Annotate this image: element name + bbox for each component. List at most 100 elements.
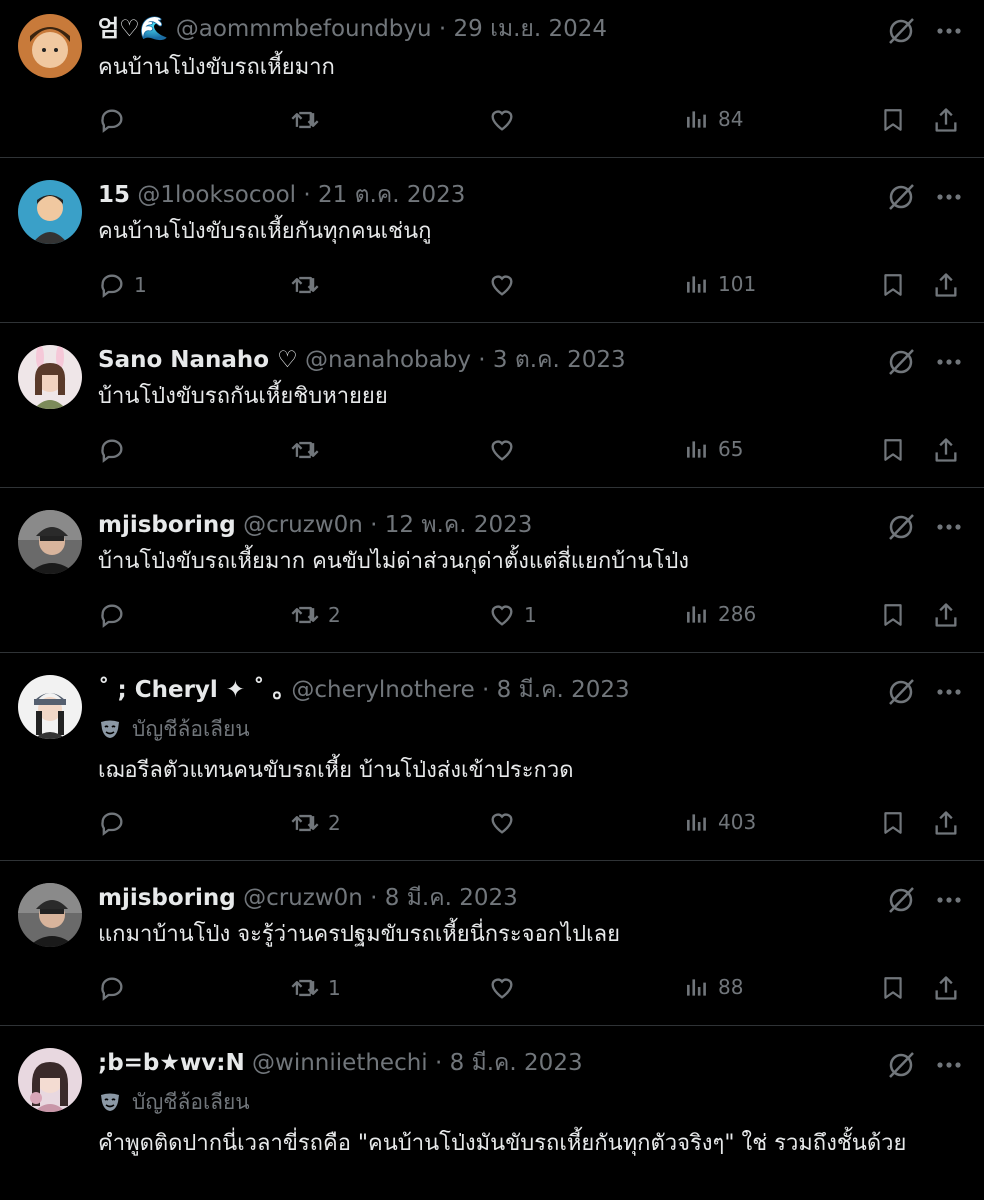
tweet-date[interactable]: 3 ต.ค. 2023 bbox=[493, 347, 626, 373]
bookmark-button[interactable] bbox=[880, 601, 906, 629]
grok-icon[interactable] bbox=[886, 1050, 916, 1080]
timeline: 엄♡🌊 @aommmbefoundbyu · 29 เม.ย. 2024 คนบ… bbox=[0, 0, 984, 1200]
author-name[interactable]: 15 bbox=[98, 182, 130, 208]
more-icon[interactable] bbox=[936, 358, 962, 366]
grok-icon[interactable] bbox=[886, 16, 916, 46]
reply-button[interactable] bbox=[98, 974, 134, 1002]
more-icon[interactable] bbox=[936, 193, 962, 201]
grok-icon[interactable] bbox=[886, 677, 916, 707]
reply-button[interactable] bbox=[98, 436, 134, 464]
share-button[interactable] bbox=[932, 601, 960, 629]
retweet-button[interactable] bbox=[290, 271, 328, 299]
tweet-date[interactable]: 21 ต.ค. 2023 bbox=[318, 182, 465, 208]
author-name[interactable]: ˚ ; Cheryl ✦ ˚ ｡ bbox=[98, 677, 284, 703]
views-button[interactable]: 101 bbox=[684, 271, 756, 297]
tweet[interactable]: ;b=b★wv:N @winniiethechi · 8 มี.ค. 2023 … bbox=[0, 1026, 984, 1200]
retweet-button[interactable] bbox=[290, 436, 328, 464]
author-handle[interactable]: @cherylnothere bbox=[291, 677, 474, 703]
avatar[interactable] bbox=[18, 675, 82, 739]
tweet[interactable]: mjisboring @cruzw0n · 12 พ.ค. 2023 บ้านโ… bbox=[0, 488, 984, 653]
reply-button[interactable] bbox=[98, 106, 134, 134]
views-count: 88 bbox=[718, 975, 744, 999]
author-name[interactable]: 엄♡🌊 bbox=[98, 16, 168, 42]
bookmark-button[interactable] bbox=[880, 974, 906, 1002]
grok-icon[interactable] bbox=[886, 347, 916, 377]
author-name[interactable]: mjisboring bbox=[98, 512, 236, 538]
bookmark-button[interactable] bbox=[880, 436, 906, 464]
avatar[interactable] bbox=[18, 883, 82, 947]
author-handle[interactable]: @1looksocool bbox=[137, 182, 296, 208]
grok-icon[interactable] bbox=[886, 885, 916, 915]
like-button[interactable] bbox=[488, 436, 524, 464]
tweet-date[interactable]: 12 พ.ค. 2023 bbox=[385, 512, 533, 538]
avatar[interactable] bbox=[18, 345, 82, 409]
retweet-count: 2 bbox=[328, 811, 341, 835]
like-button[interactable]: 1 bbox=[488, 601, 537, 629]
bookmark-button[interactable] bbox=[880, 106, 906, 134]
avatar[interactable] bbox=[18, 14, 82, 78]
tweet-date[interactable]: 8 มี.ค. 2023 bbox=[385, 885, 518, 911]
more-icon[interactable] bbox=[936, 27, 962, 35]
reply-button[interactable] bbox=[98, 809, 134, 837]
retweet-button[interactable]: 2 bbox=[290, 601, 341, 629]
reply-icon bbox=[101, 977, 123, 1001]
tweet[interactable]: mjisboring @cruzw0n · 8 มี.ค. 2023 แกมาบ… bbox=[0, 861, 984, 1026]
share-button[interactable] bbox=[932, 974, 960, 1002]
retweet-icon bbox=[291, 111, 319, 129]
share-button[interactable] bbox=[932, 809, 960, 837]
tweet[interactable]: ˚ ; Cheryl ✦ ˚ ｡ @cherylnothere · 8 มี.ค… bbox=[0, 653, 984, 861]
retweet-icon bbox=[291, 606, 319, 624]
tweet[interactable]: Sano Nanaho ♡ @nanahobaby · 3 ต.ค. 2023 … bbox=[0, 323, 984, 488]
reply-button[interactable] bbox=[98, 601, 134, 629]
grok-icon[interactable] bbox=[886, 512, 916, 542]
views-button[interactable]: 65 bbox=[684, 436, 743, 462]
share-button[interactable] bbox=[932, 106, 960, 134]
like-button[interactable] bbox=[488, 974, 524, 1002]
author-handle[interactable]: @cruzw0n bbox=[243, 512, 363, 538]
author-name[interactable]: mjisboring bbox=[98, 885, 236, 911]
more-icon[interactable] bbox=[936, 896, 962, 904]
share-button[interactable] bbox=[932, 436, 960, 464]
avatar[interactable] bbox=[18, 1048, 82, 1112]
separator: · bbox=[303, 182, 311, 208]
author-handle[interactable]: @cruzw0n bbox=[243, 885, 363, 911]
retweet-button[interactable] bbox=[290, 106, 328, 134]
author-name[interactable]: Sano Nanaho ♡ bbox=[98, 347, 298, 373]
avatar[interactable] bbox=[18, 180, 82, 244]
avatar[interactable] bbox=[18, 510, 82, 574]
share-button[interactable] bbox=[932, 271, 960, 299]
reply-button[interactable]: 1 bbox=[98, 271, 147, 299]
author-name[interactable]: ;b=b★wv:N bbox=[98, 1050, 245, 1076]
views-icon bbox=[687, 979, 706, 996]
bookmark-icon bbox=[884, 977, 902, 999]
author-handle[interactable]: @winniiethechi bbox=[252, 1050, 428, 1076]
retweet-button[interactable]: 2 bbox=[290, 809, 341, 837]
separator: · bbox=[435, 1050, 443, 1076]
more-icon[interactable] bbox=[936, 688, 962, 696]
grok-icon[interactable] bbox=[886, 182, 916, 212]
heart-icon bbox=[491, 605, 513, 626]
views-button[interactable]: 403 bbox=[684, 809, 756, 835]
views-button[interactable]: 286 bbox=[684, 601, 756, 627]
like-button[interactable] bbox=[488, 809, 524, 837]
views-button[interactable]: 88 bbox=[684, 974, 743, 1000]
bookmark-button[interactable] bbox=[880, 271, 906, 299]
author-handle[interactable]: @nanahobaby bbox=[305, 347, 471, 373]
retweet-button[interactable]: 1 bbox=[290, 974, 341, 1002]
tweet-date[interactable]: 8 มี.ค. 2023 bbox=[450, 1050, 583, 1076]
more-icon[interactable] bbox=[936, 1061, 962, 1069]
tweet[interactable]: 엄♡🌊 @aommmbefoundbyu · 29 เม.ย. 2024 คนบ… bbox=[0, 0, 984, 158]
views-button[interactable]: 84 bbox=[684, 106, 743, 132]
tweet-text: เฌอรีลตัวแทนคนขับรถเหี้ย บ้านโป่งส่งเข้า… bbox=[98, 758, 574, 783]
like-button[interactable] bbox=[488, 106, 524, 134]
like-button[interactable] bbox=[488, 271, 524, 299]
author-handle[interactable]: @aommmbefoundbyu bbox=[176, 16, 432, 42]
tweet-date[interactable]: 8 มี.ค. 2023 bbox=[497, 677, 630, 703]
tweet[interactable]: 15 @1looksocool · 21 ต.ค. 2023 คนบ้านโป่… bbox=[0, 158, 984, 323]
bookmark-icon bbox=[884, 604, 902, 626]
bookmark-button[interactable] bbox=[880, 809, 906, 837]
share-icon bbox=[935, 603, 957, 627]
more-icon[interactable] bbox=[936, 523, 962, 531]
tweet-date[interactable]: 29 เม.ย. 2024 bbox=[454, 16, 608, 42]
share-icon bbox=[935, 438, 957, 462]
